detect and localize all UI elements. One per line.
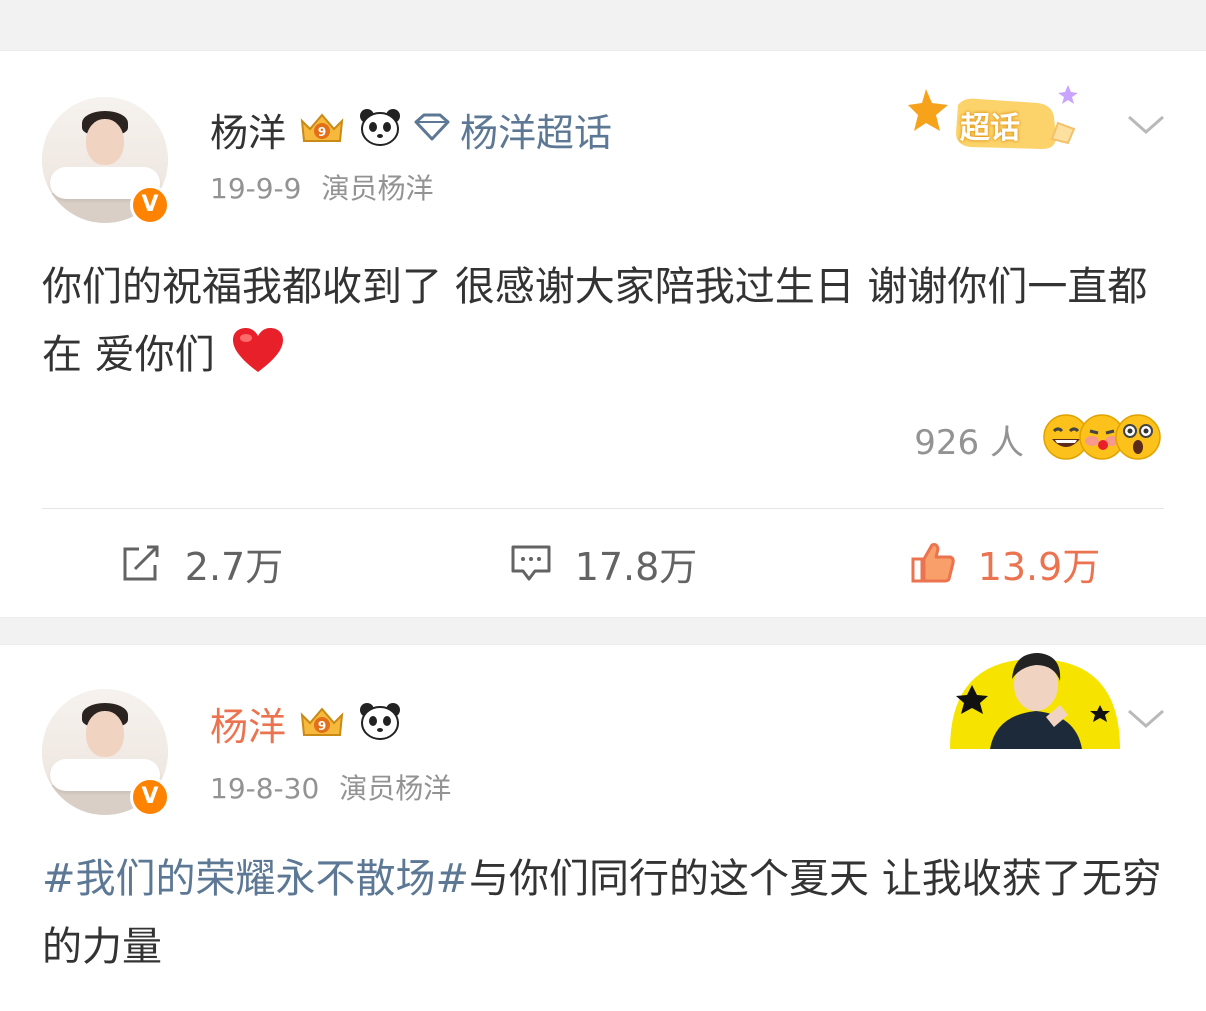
comment-icon bbox=[511, 545, 551, 581]
like-count: 13.9万 bbox=[977, 544, 1101, 589]
panda-icon bbox=[358, 701, 402, 745]
post-text: 你们的祝福我都收到了 很感谢大家陪我过生日 谢谢你们一直都在 爱你们 bbox=[42, 253, 1162, 397]
post-meta: 19-9-9 演员杨洋 bbox=[210, 167, 433, 207]
weibo-post-2[interactable]: V 杨洋 9 19-8-30 演员杨洋 #我们的荣耀永不散场#与你们同行的这个夏… bbox=[0, 645, 1206, 1011]
chevron-down-icon[interactable] bbox=[1126, 113, 1166, 141]
super-topic-link[interactable]: 杨洋超话 bbox=[460, 102, 612, 157]
verified-badge: V bbox=[130, 185, 170, 225]
reaction-count: 926 人 bbox=[914, 422, 1024, 463]
crown-icon[interactable]: 9 bbox=[296, 107, 348, 151]
post-meta: 19-8-30 演员杨洋 bbox=[210, 767, 451, 807]
panda-icon bbox=[358, 107, 402, 151]
svg-text:9: 9 bbox=[318, 125, 326, 139]
feed-gap-top bbox=[0, 0, 1206, 51]
post-text: #我们的荣耀永不散场#与你们同行的这个夏天 让我收获了无穷的力量 bbox=[42, 845, 1162, 981]
post-source: 演员杨洋 bbox=[339, 772, 452, 805]
verified-badge: V bbox=[130, 777, 170, 817]
surprised-emoji-icon bbox=[1114, 413, 1162, 465]
repost-count: 2.7万 bbox=[184, 544, 284, 589]
thumbs-up-icon bbox=[911, 543, 955, 583]
crown-icon[interactable]: 9 bbox=[296, 701, 348, 745]
comment-count: 17.8万 bbox=[574, 544, 698, 589]
feed-gap bbox=[0, 617, 1206, 645]
action-bar: 2.7万 17.8万 13.9万 bbox=[0, 509, 1206, 617]
weibo-post-1[interactable]: V 杨洋 9 杨洋超话 19-9-9 演员杨洋 超话 你们的祝福我都收到了 很感… bbox=[0, 51, 1206, 617]
repost-icon bbox=[123, 545, 159, 581]
cartoon-card-decoration[interactable] bbox=[950, 645, 1120, 749]
author-row: 杨洋 9 bbox=[210, 697, 402, 749]
repost-button[interactable]: 2.7万 bbox=[0, 509, 402, 617]
author-name[interactable]: 杨洋 bbox=[210, 102, 286, 157]
post-date: 19-9-9 bbox=[210, 172, 302, 205]
super-topic-badge[interactable]: 超话 bbox=[908, 79, 1088, 169]
hashtag-link[interactable]: #我们的荣耀永不散场# bbox=[42, 856, 469, 902]
super-topic-badge-label: 超话 bbox=[960, 111, 1020, 146]
heart-icon bbox=[231, 326, 285, 397]
author-row: 杨洋 9 杨洋超话 bbox=[210, 103, 612, 155]
chevron-down-icon[interactable] bbox=[1126, 707, 1166, 735]
author-name[interactable]: 杨洋 bbox=[210, 696, 286, 751]
svg-text:9: 9 bbox=[318, 719, 326, 733]
comment-button[interactable]: 17.8万 bbox=[402, 509, 804, 617]
reaction-summary[interactable]: 926 人 bbox=[914, 413, 1162, 465]
post-source: 演员杨洋 bbox=[321, 172, 434, 205]
post-date: 19-8-30 bbox=[210, 772, 320, 805]
post-text-content: 你们的祝福我都收到了 很感谢大家陪我过生日 谢谢你们一直都在 爱你们 bbox=[42, 264, 1148, 378]
diamond-icon bbox=[412, 112, 452, 146]
like-button[interactable]: 13.9万 bbox=[804, 509, 1206, 617]
